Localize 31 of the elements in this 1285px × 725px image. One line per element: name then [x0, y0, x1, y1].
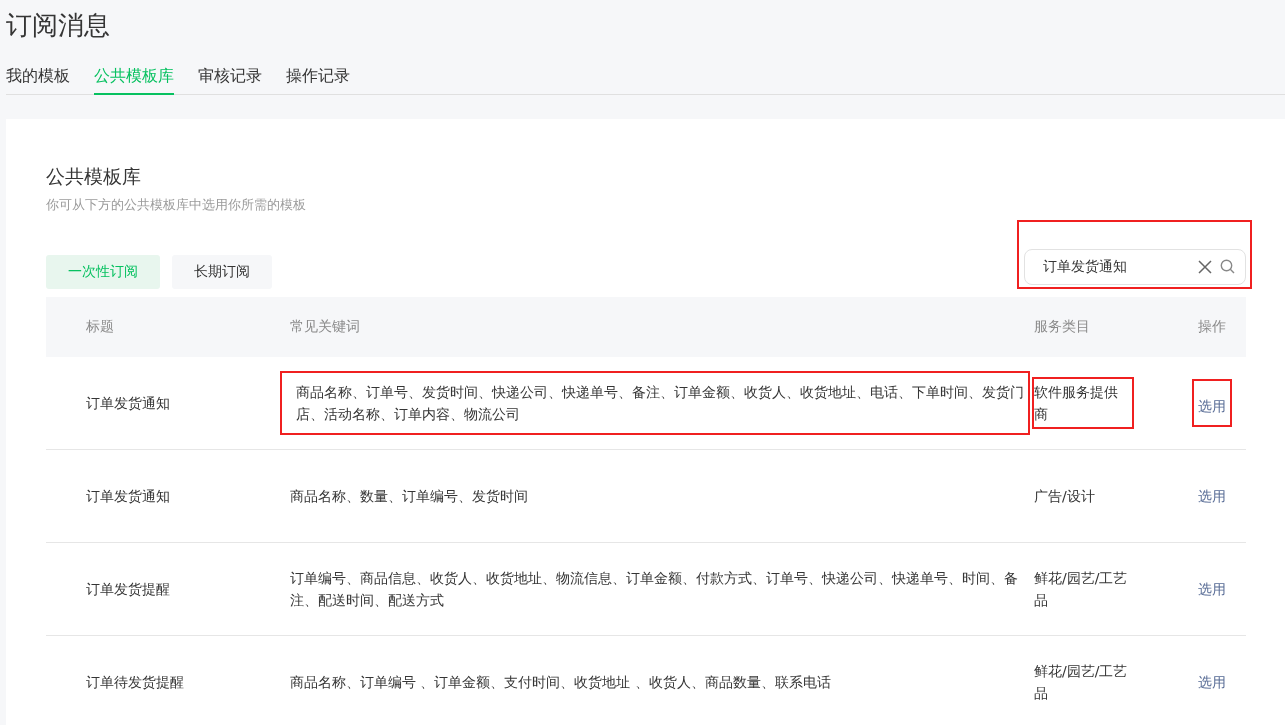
category-text: 鲜花/园艺/工艺品 — [1034, 569, 1129, 610]
tab[interactable]: 审核记录 — [198, 64, 262, 95]
category-text: 软件服务提供商 — [1034, 382, 1119, 424]
search-field[interactable]: 订单发货通知 — [1024, 248, 1246, 285]
keywords-text: 商品名称、订单号、发货时间、快递公司、快递单号、备注、订单金额、收货人、收货地址、电话、下单时间、发货门店、活动名称、订单内容、物流公司 — [296, 382, 1025, 424]
subscription-type-button[interactable]: 长期订阅 — [172, 254, 272, 289]
keywords-text: 商品名称、订单编号 、订单金额、支付时间、收货地址 、收货人、商品数量、联系电话 — [290, 673, 832, 692]
tab[interactable]: 操作记录 — [286, 64, 350, 95]
table-cell: 订单发货通知 — [46, 356, 280, 450]
column-header: 标题 — [46, 296, 280, 357]
select-link[interactable]: 选用 — [1198, 485, 1226, 507]
panel-description: 你可从下方的公共模板库中选用你所需的模板 — [46, 196, 307, 214]
column-header: 操作 — [1180, 296, 1246, 357]
page-title: 订阅消息 — [5, 9, 111, 42]
column-header: 常见关键词 — [280, 296, 1030, 357]
select-link[interactable]: 选用 — [1198, 671, 1226, 693]
keywords-text: 商品名称、数量、订单编号、发货时间 — [290, 487, 529, 506]
category-text: 广告/设计 — [1034, 487, 1096, 506]
select-link[interactable]: 选用 — [1198, 394, 1226, 417]
table-cell: 订单待发货提醒 — [46, 635, 280, 725]
select-link[interactable]: 选用 — [1198, 578, 1226, 600]
clear-icon[interactable] — [1198, 259, 1212, 274]
panel-heading: 公共模板库 — [46, 164, 142, 189]
search-icon[interactable] — [1220, 259, 1235, 274]
tab[interactable]: 我的模板 — [6, 64, 70, 95]
keywords-text: 订单编号、商品信息、收货人、收货地址、物流信息、订单金额、付款方式、订单号、快递公司、快递单号、时间、备注、配送时间、配送方式 — [290, 569, 1019, 610]
table-cell: 订单发货通知 — [46, 449, 280, 543]
category-text: 鲜花/园艺/工艺品 — [1034, 662, 1129, 703]
column-header: 服务类目 — [1030, 296, 1180, 357]
table-cell: 订单发货提醒 — [46, 542, 280, 636]
search-input[interactable]: 订单发货通知 — [1041, 255, 1190, 278]
